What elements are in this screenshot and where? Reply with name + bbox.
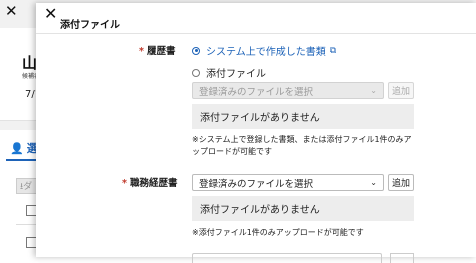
career-label-text: 職務経歴書: [129, 178, 178, 189]
career-empty-state: 添付ファイルがありません: [192, 196, 414, 221]
background-close-icon[interactable]: ✕: [5, 4, 18, 19]
system-document-link[interactable]: システム上で作成した書類: [206, 43, 326, 58]
header-divider: [36, 33, 476, 34]
resume-note: ※システム上で登録した書類、または添付ファイル1件のみア ップロードが可能です: [192, 134, 412, 158]
modal-title: 添付ファイル: [60, 20, 120, 31]
career-add-button[interactable]: 追加: [388, 174, 414, 191]
next-section-field[interactable]: [192, 253, 382, 263]
resume-file-select[interactable]: 登録済みのファイルを選択 ⌄: [192, 82, 384, 99]
career-file-select[interactable]: 登録済みのファイルを選択 ⌄: [192, 174, 384, 191]
radio-attachment[interactable]: 添付ファイル: [192, 65, 266, 80]
career-note: ※添付ファイル1件のみアップロードが可能です: [192, 228, 364, 237]
next-section-button[interactable]: [390, 253, 414, 263]
radio-checked-icon[interactable]: [192, 46, 200, 55]
resume-label: * 履歴書: [139, 43, 175, 57]
attachment-modal: ✕ 添付ファイル * 履歴書 システム上で作成した書類 ⧉ 添付ファイル 登録済み…: [36, 3, 476, 263]
career-select-value: 登録済みのファイルを選択: [199, 178, 314, 190]
resume-label-text: 履歴書: [146, 46, 176, 57]
person-icon: 👤: [10, 141, 24, 155]
resume-empty-state: 添付ファイルがありません: [192, 104, 414, 129]
close-icon[interactable]: ✕: [44, 6, 57, 22]
resume-note-line2: ップロードが可能です: [192, 147, 272, 156]
radio-attachment-label: 添付ファイル: [206, 69, 266, 80]
radio-unchecked-icon[interactable]: [192, 68, 200, 77]
resume-select-value: 登録済みのファイルを選択: [199, 86, 314, 98]
resume-note-line1: ※システム上で登録した書類、または添付ファイル1件のみア: [192, 135, 412, 144]
chevron-down-icon: ⌄: [370, 178, 377, 187]
chevron-down-icon: ⌄: [370, 86, 377, 95]
download-label: ダ: [23, 182, 33, 192]
required-mark: *: [139, 46, 144, 57]
radio-system-document[interactable]: システム上で作成した書類 ⧉: [192, 43, 336, 58]
resume-add-button[interactable]: 追加: [388, 82, 414, 99]
required-mark: *: [122, 178, 127, 189]
career-label: * 職務経歴書: [122, 175, 177, 189]
external-link-icon: ⧉: [329, 45, 337, 56]
